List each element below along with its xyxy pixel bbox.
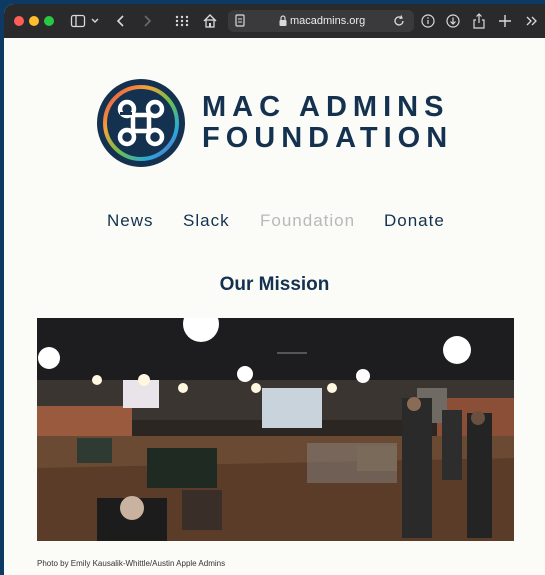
zoom-button[interactable] bbox=[44, 16, 54, 26]
forward-icon[interactable] bbox=[140, 12, 154, 30]
nav-slack[interactable]: Slack bbox=[183, 210, 230, 232]
chevron-down-icon[interactable] bbox=[90, 12, 100, 30]
brand-line-2: FOUNDATION bbox=[202, 122, 454, 154]
back-icon[interactable] bbox=[114, 12, 128, 30]
sidebar-icon[interactable] bbox=[70, 12, 86, 30]
mission-heading: Our Mission bbox=[219, 274, 330, 295]
brand-name: MAC ADMINS FOUNDATION bbox=[202, 92, 453, 154]
share-icon[interactable] bbox=[472, 12, 486, 30]
address-bar[interactable]: macadmins.org bbox=[228, 10, 414, 32]
reader-icon[interactable] bbox=[234, 12, 246, 30]
lock-icon bbox=[278, 12, 288, 30]
photo-caption: Photo by Emily Kausalik-Whittle/Austin A… bbox=[37, 559, 226, 568]
logo[interactable] bbox=[97, 79, 185, 167]
browser-window: macadmins.org MAC ADMINS FOUNDATION News… bbox=[4, 4, 545, 575]
new-tab-icon[interactable] bbox=[498, 12, 512, 30]
close-button[interactable] bbox=[14, 16, 24, 26]
url-text: macadmins.org bbox=[290, 15, 366, 27]
brand-line-1: MAC ADMINS bbox=[202, 91, 450, 123]
browser-toolbar: macadmins.org bbox=[4, 4, 545, 38]
nav-news[interactable]: News bbox=[107, 210, 154, 232]
info-icon[interactable] bbox=[420, 12, 436, 30]
grid-icon[interactable] bbox=[174, 12, 190, 30]
home-icon[interactable] bbox=[202, 12, 218, 30]
nav-donate[interactable]: Donate bbox=[384, 210, 445, 232]
page-content: MAC ADMINS FOUNDATION News Slack Foundat… bbox=[4, 38, 545, 575]
event-photo bbox=[37, 318, 514, 541]
command-key-icon bbox=[97, 79, 185, 167]
more-icon[interactable] bbox=[524, 12, 538, 30]
reload-icon[interactable] bbox=[392, 12, 406, 30]
nav-foundation[interactable]: Foundation bbox=[260, 210, 355, 232]
download-icon[interactable] bbox=[445, 12, 461, 30]
minimize-button[interactable] bbox=[29, 16, 39, 26]
